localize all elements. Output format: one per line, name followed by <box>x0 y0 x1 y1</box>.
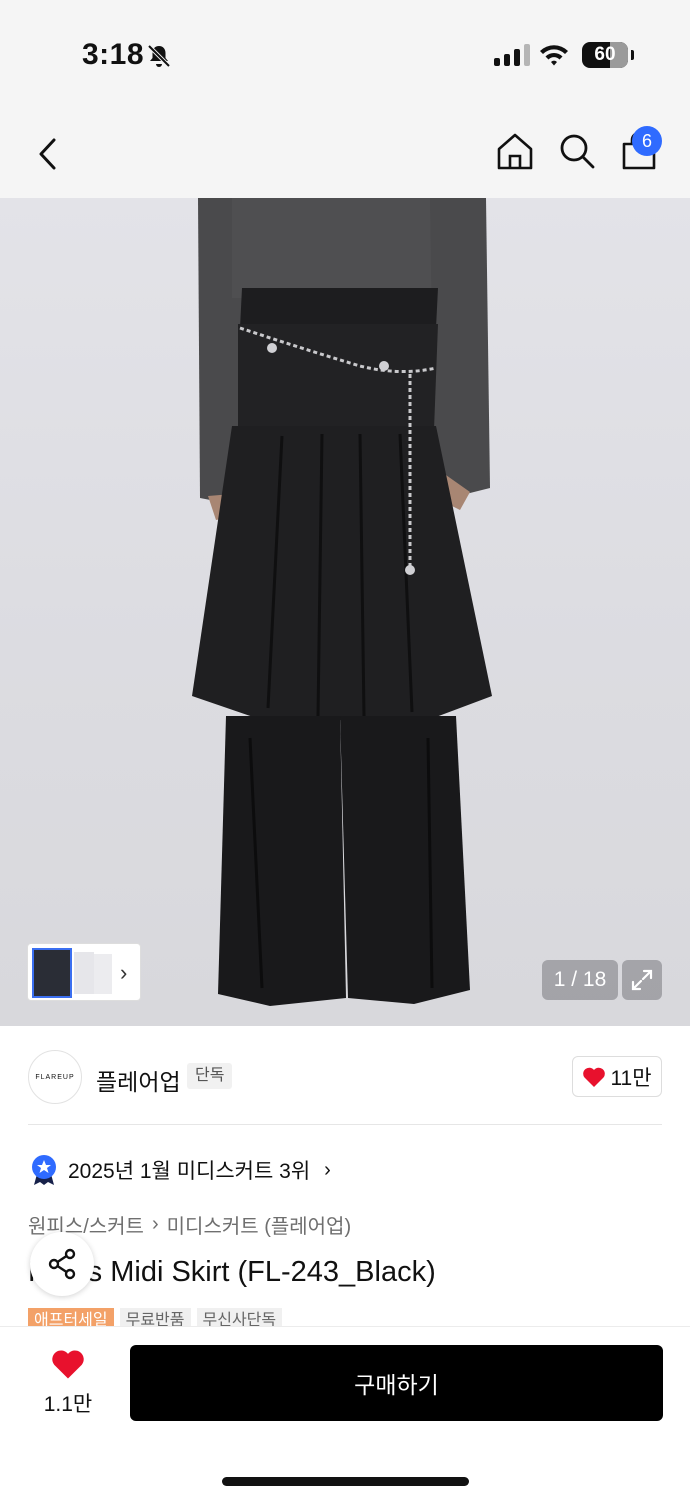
signal-icon <box>494 44 530 66</box>
expand-icon <box>631 969 653 991</box>
cart-count-badge: 6 <box>632 126 662 156</box>
thumbnail-active[interactable] <box>32 948 72 998</box>
brand-logo[interactable]: FLAREUP <box>28 1050 82 1104</box>
image-counter: 1 / 18 <box>542 960 618 1000</box>
home-icon[interactable] <box>494 130 536 172</box>
heart-icon <box>583 1067 606 1087</box>
divider <box>28 1124 662 1125</box>
product-photo <box>192 198 492 1006</box>
brand-like-count: 11만 <box>610 1066 652 1090</box>
brand-like-button[interactable]: 11만 <box>572 1056 662 1097</box>
status-time: 3:18 <box>82 38 145 71</box>
back-icon[interactable] <box>30 132 70 176</box>
product-image[interactable] <box>0 198 690 1026</box>
tag-musinsa-exclusive: 무신사단독 <box>196 1308 283 1326</box>
thumbnail-strip[interactable]: › <box>27 943 141 1001</box>
heart-icon <box>52 1350 84 1379</box>
battery-level: 60 <box>594 44 616 65</box>
ranking-link[interactable]: 2025년 1월 미디스커트 3위 › <box>30 1154 331 1186</box>
brand-logo-text: FLAREUP <box>35 1073 75 1081</box>
like-count: 1.1만 <box>43 1393 93 1416</box>
status-bar: 3:18 60 <box>0 0 690 110</box>
battery-indicator: 60 <box>582 42 634 68</box>
breadcrumb-category[interactable]: 원피스/스커트 <box>28 1210 144 1239</box>
chevron-right-icon: › <box>151 1213 159 1235</box>
product-tags: 애프터세일 무료반품 무신사단독 <box>28 1308 283 1326</box>
share-button[interactable] <box>30 1232 94 1296</box>
wifi-icon <box>540 45 568 66</box>
share-icon <box>48 1248 76 1280</box>
thumbnail[interactable] <box>94 954 112 994</box>
thumbnail[interactable] <box>74 952 94 994</box>
ranking-text: 2025년 1월 미디스커트 3위 <box>68 1160 311 1183</box>
nav-bar <box>0 110 690 198</box>
tag-after-sale: 애프터세일 <box>28 1308 114 1326</box>
expand-button[interactable] <box>622 960 662 1000</box>
tag-free-return: 무료반품 <box>119 1308 191 1326</box>
breadcrumb-subcategory[interactable]: 미디스커트 (플레어업) <box>167 1210 351 1239</box>
home-indicator <box>222 1477 469 1486</box>
chevron-right-icon: › <box>324 1158 331 1181</box>
exclusive-badge: 단독 <box>187 1063 233 1089</box>
search-icon[interactable] <box>556 130 598 172</box>
chevron-right-icon[interactable]: › <box>120 960 127 986</box>
bell-off-icon <box>147 44 171 68</box>
brand-name[interactable]: 플레어업 <box>96 1063 181 1097</box>
rank-badge-icon <box>32 1155 56 1185</box>
like-button[interactable] <box>40 1348 96 1385</box>
buy-button[interactable]: 구매하기 <box>130 1345 663 1421</box>
